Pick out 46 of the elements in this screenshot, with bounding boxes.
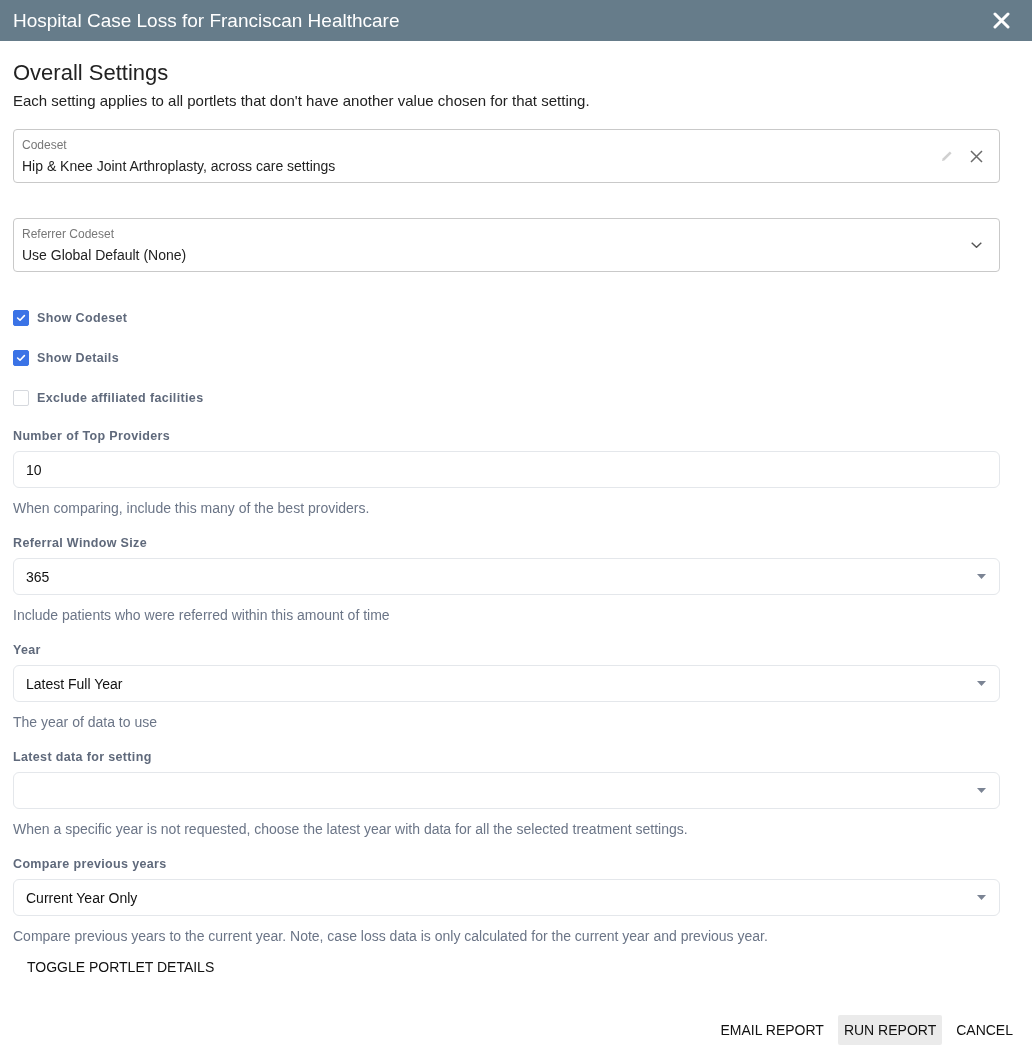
field-label: Compare previous years [13, 856, 167, 873]
action-button[interactable]: EMAIL REPORT [714, 1015, 830, 1045]
checkbox[interactable] [13, 310, 29, 326]
clear-icon[interactable] [970, 149, 983, 163]
toggle-details-button[interactable]: TOGGLE PORTLET DETAILS [13, 949, 229, 985]
select-field[interactable]: 365 [13, 558, 1000, 595]
close-icon[interactable] [993, 12, 1010, 29]
field-label: Referrer Codeset [22, 226, 115, 241]
action-button[interactable]: CANCEL [950, 1015, 1019, 1045]
action-button[interactable]: RUN REPORT [837, 1015, 943, 1045]
field-value: 365 [26, 567, 50, 586]
field-value: Use Global Default (None) [22, 245, 187, 264]
section-heading: Overall Settings [13, 59, 169, 87]
field-label: Latest data for setting [13, 749, 152, 766]
section-description: Each setting applies to all portlets that don't have another value chosen for that setting. [13, 91, 590, 111]
checkbox-label[interactable]: Show Details [37, 349, 119, 367]
caret-down-icon[interactable] [977, 895, 986, 900]
field-value: 10 [26, 460, 42, 479]
checkbox-label[interactable]: Exclude affiliated facilities [37, 389, 204, 407]
caret-down-icon[interactable] [977, 574, 986, 579]
helper-text: When comparing, include this many of the best providers. [13, 499, 370, 518]
check-icon [17, 355, 25, 361]
field-label: Year [13, 642, 41, 659]
field-value: Latest Full Year [26, 674, 123, 693]
field-value: Hip & Knee Joint Arthroplasty, across care settings [22, 156, 336, 175]
helper-text: When a specific year is not requested, choose the latest year with data for all the selected treatment settings. [13, 820, 688, 839]
window-title: Hospital Case Loss for Franciscan Healthcare [13, 8, 400, 33]
helper-text: Include patients who were referred within this amount of time [13, 606, 390, 625]
checkbox[interactable] [13, 350, 29, 366]
check-icon [17, 315, 25, 321]
field-label: Codeset [22, 137, 67, 152]
select-field[interactable]: Latest Full Year [13, 665, 1000, 702]
select-field[interactable]: Referrer Codeset Use Global Default (None) [13, 218, 1000, 272]
field-value: Current Year Only [26, 888, 138, 907]
helper-text: Compare previous years to the current year. Note, case loss data is only calculated for the current year and previous year. [13, 927, 768, 946]
chevron-down-icon[interactable] [971, 242, 982, 248]
checkbox-label[interactable]: Show Codeset [37, 309, 128, 327]
field-label: Referral Window Size [13, 535, 147, 552]
caret-down-icon[interactable] [977, 788, 986, 793]
caret-down-icon[interactable] [977, 681, 986, 686]
text-field[interactable]: Codeset Hip & Knee Joint Arthroplasty, across care settings [13, 129, 1000, 183]
helper-text: The year of data to use [13, 713, 157, 732]
select-field[interactable] [13, 772, 1000, 809]
field-label: Number of Top Providers [13, 428, 171, 445]
text-field[interactable]: 10 [13, 451, 1000, 488]
select-field[interactable]: Current Year Only [13, 879, 1000, 916]
